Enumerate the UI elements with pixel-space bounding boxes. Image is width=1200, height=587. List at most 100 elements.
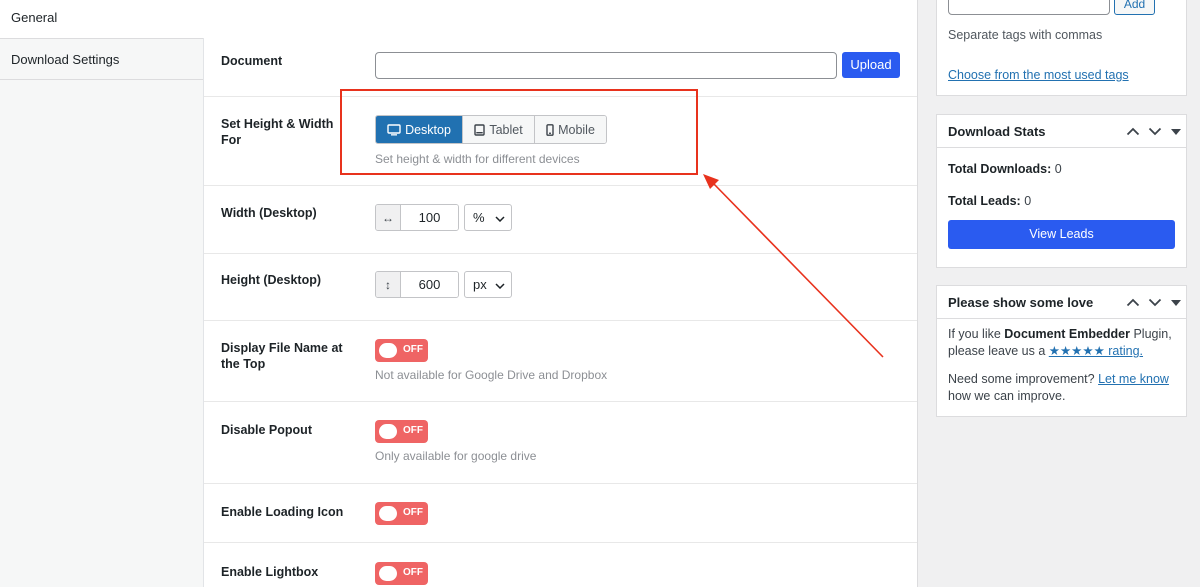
height-field: ↕ 600 px	[375, 271, 512, 298]
height-input[interactable]: 600	[401, 272, 458, 297]
height-unit-select[interactable]: px	[464, 271, 512, 298]
toggle-state: OFF	[403, 507, 423, 518]
width-unit-value: %	[473, 210, 485, 225]
download-stats-metabox: Download Stats Total Downloads: 0 Total …	[936, 114, 1187, 268]
disable-popout-description: Only available for google drive	[375, 449, 537, 463]
loading-icon-toggle[interactable]: OFF	[375, 502, 428, 525]
disable-popout-toggle[interactable]: OFF	[375, 420, 428, 443]
device-segmented-control: Desktop Tablet Mobile	[375, 115, 607, 144]
width-label: Width (Desktop)	[221, 206, 317, 220]
display-file-name-field: OFF Not available for Google Drive and D…	[375, 339, 607, 382]
device-option-tablet[interactable]: Tablet	[463, 116, 535, 143]
loading-icon-field: OFF	[375, 502, 428, 525]
device-label: Set Height & Width For	[221, 117, 334, 147]
vertical-arrows-icon: ↕	[376, 272, 401, 297]
caret-down-icon[interactable]	[1170, 295, 1182, 310]
width-row: Width (Desktop) ↔ 100 %	[204, 186, 917, 254]
device-field: Desktop Tablet Mobile Set height & width…	[375, 115, 607, 166]
document-row: Document Upload	[204, 0, 917, 97]
desktop-label: Desktop	[405, 122, 451, 137]
loading-icon-row: Enable Loading Icon OFF	[204, 484, 917, 543]
total-leads-value: 0	[1024, 194, 1032, 208]
love-text-line1: If you like Document Embedder Plugin,	[948, 326, 1175, 343]
plugin-name: Document Embedder	[1004, 327, 1130, 341]
tags-input[interactable]	[948, 0, 1110, 15]
view-leads-button[interactable]: View Leads	[948, 220, 1175, 249]
height-unit-value: px	[473, 277, 487, 292]
desktop-icon	[387, 123, 401, 136]
document-field: Upload	[375, 52, 900, 79]
love-text-line3: Need some improvement? Let me know	[948, 371, 1175, 388]
display-file-name-row: Display File Name at the Top OFF Not ava…	[204, 321, 917, 402]
height-row: Height (Desktop) ↕ 600 px	[204, 254, 917, 321]
settings-metabox: General Download Settings Document Uploa…	[0, 0, 918, 587]
upload-button[interactable]: Upload	[842, 52, 900, 78]
width-input[interactable]: 100	[401, 205, 458, 230]
display-file-name-label: Display File Name at the Top	[221, 341, 343, 371]
tablet-label: Tablet	[489, 122, 523, 137]
height-label: Height (Desktop)	[221, 273, 321, 287]
mobile-icon	[546, 123, 554, 136]
caret-down-icon[interactable]	[1170, 124, 1182, 139]
lightbox-toggle[interactable]: OFF	[375, 562, 428, 585]
width-unit-select[interactable]: %	[464, 204, 512, 231]
chevron-up-icon[interactable]	[1126, 295, 1140, 310]
total-leads-label: Total Leads:	[948, 194, 1021, 208]
love-text: Plugin,	[1130, 327, 1172, 341]
chevron-down-icon	[495, 210, 505, 225]
love-text: please leave us a	[948, 344, 1049, 358]
total-downloads-value: 0	[1054, 162, 1062, 176]
chevron-down-icon[interactable]	[1148, 124, 1162, 139]
device-row: Set Height & Width For Desktop Tablet Mo…	[204, 97, 917, 186]
display-file-name-toggle[interactable]: OFF	[375, 339, 428, 362]
tab-general[interactable]: General	[0, 0, 205, 38]
tags-hint: Separate tags with commas	[948, 28, 1103, 42]
height-input-group: ↕ 600	[375, 271, 459, 298]
lightbox-label: Enable Lightbox	[221, 565, 319, 579]
love-text: If you like	[948, 327, 1005, 341]
lightbox-field: OFF	[375, 562, 428, 585]
show-love-body: If you like Document Embedder Plugin, pl…	[937, 319, 1186, 405]
total-downloads: Total Downloads: 0	[948, 161, 1175, 178]
document-input[interactable]	[375, 52, 837, 79]
disable-popout-field: OFF Only available for google drive	[375, 420, 536, 463]
toggle-state: OFF	[403, 425, 423, 436]
settings-content: Document Upload Set Height & Width For D…	[204, 0, 917, 587]
show-love-metabox: Please show some love If you like Docume…	[936, 285, 1187, 417]
download-stats-header: Download Stats	[937, 115, 1186, 148]
toggle-knob	[379, 566, 397, 581]
document-label: Document	[221, 54, 283, 68]
toggle-state: OFF	[403, 344, 423, 355]
love-text-line2: please leave us a ★★★★★ rating.	[948, 343, 1175, 360]
rating-link[interactable]: ★★★★★ rating.	[1049, 344, 1143, 358]
most-used-tags-link[interactable]: Choose from the most used tags	[948, 68, 1129, 82]
total-leads: Total Leads: 0	[948, 193, 1175, 210]
download-stats-title: Download Stats	[948, 123, 1046, 139]
chevron-down-icon	[495, 277, 505, 292]
disable-popout-label: Disable Popout	[221, 423, 312, 437]
display-file-name-description: Not available for Google Drive and Dropb…	[375, 368, 608, 382]
mobile-label: Mobile	[558, 122, 595, 137]
chevron-down-icon[interactable]	[1148, 295, 1162, 310]
chevron-up-icon[interactable]	[1126, 124, 1140, 139]
device-option-desktop[interactable]: Desktop	[376, 116, 463, 143]
disable-popout-row: Disable Popout OFF Only available for go…	[204, 402, 917, 484]
add-tag-button[interactable]: Add	[1114, 0, 1155, 15]
love-text: Need some improvement?	[948, 372, 1099, 386]
let-me-know-link[interactable]: Let me know	[1098, 372, 1169, 386]
width-field: ↔ 100 %	[375, 204, 512, 231]
settings-tabs: General Download Settings	[0, 0, 205, 587]
total-downloads-label: Total Downloads:	[948, 162, 1052, 176]
toggle-knob	[379, 506, 397, 521]
download-stats-body: Total Downloads: 0 Total Leads: 0 View L…	[937, 161, 1186, 249]
device-option-mobile[interactable]: Mobile	[535, 116, 606, 143]
toggle-knob	[379, 424, 397, 439]
device-description: Set height & width for different devices	[375, 152, 580, 166]
toggle-knob	[379, 343, 397, 358]
show-love-header: Please show some love	[937, 286, 1186, 319]
toggle-state: OFF	[403, 567, 423, 578]
show-love-title: Please show some love	[948, 294, 1094, 310]
lightbox-row: Enable Lightbox OFF	[204, 543, 917, 587]
love-text-line4: how we can improve.	[948, 389, 1066, 403]
tab-download-settings[interactable]: Download Settings	[0, 38, 203, 80]
